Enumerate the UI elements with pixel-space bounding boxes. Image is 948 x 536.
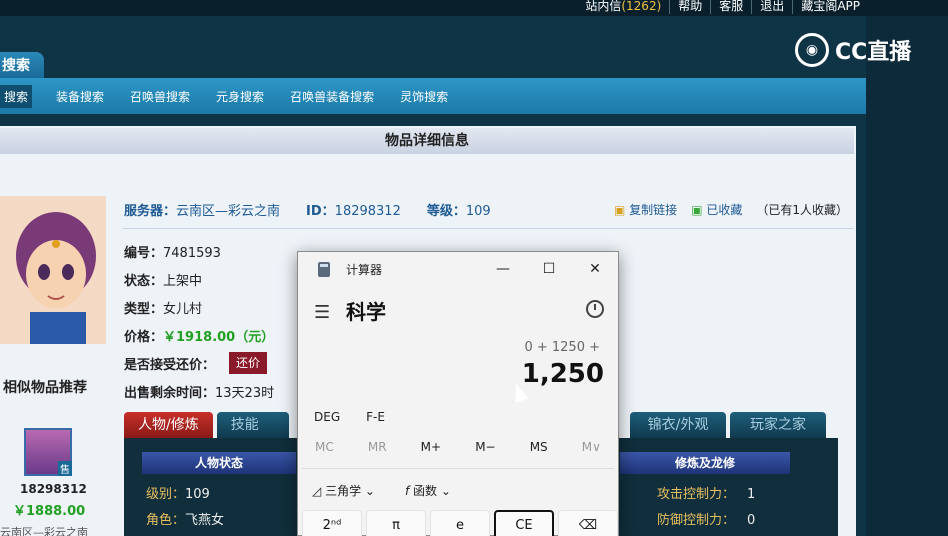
favorite-button[interactable]: ▣ 已收藏 [691, 201, 742, 218]
field-serial: 编号：7481593 [124, 246, 221, 261]
function-dropdown[interactable]: f 函数 ⌄ [405, 482, 451, 499]
keypad-row: 2ⁿᵈ π e CE ⌫ [302, 510, 618, 536]
trigonometry-dropdown[interactable]: ◿ 三角学 ⌄ [312, 482, 375, 499]
field-bargain: 是否接受还价： [124, 358, 216, 373]
topbar-link-messages[interactable]: 站内信(1262) [577, 0, 671, 14]
topbar-link-app[interactable]: 藏宝阁APP [793, 0, 868, 14]
field-remaining-time: 出售剩余时间：13天23时 [124, 386, 275, 401]
field-type: 类型：女儿村 [124, 302, 203, 317]
chevron-down-icon: ⌄ [364, 484, 375, 498]
character-tabs-right: 锦衣/外观 玩家之家 [630, 412, 826, 438]
stat-level: 级别：109 [146, 487, 210, 502]
bargain-button[interactable]: 还价 [229, 352, 267, 374]
minimize-icon[interactable]: — [480, 252, 526, 286]
pi-button[interactable]: π [366, 510, 426, 536]
favorite-count-note: （已有1人收藏） [756, 203, 849, 217]
item-tools: ▣ 复制链接 ▣ 已收藏 （已有1人收藏） [614, 201, 848, 218]
tab-skills[interactable]: 技能 [216, 412, 289, 438]
search-tab[interactable]: 搜索 [0, 52, 44, 78]
similar-item-thumbnail[interactable]: 售 [24, 428, 72, 476]
memory-list-button[interactable]: M∨ [582, 440, 601, 454]
stat-role: 角色：飞燕女 [146, 513, 225, 528]
divider [122, 228, 854, 229]
detail-header: 物品详细信息 [0, 128, 854, 154]
nav-item-ornament[interactable]: 灵饰搜索 [398, 85, 450, 108]
mc-button[interactable]: MC [315, 440, 334, 454]
calculator-mode-title: 科学 [346, 300, 386, 324]
mr-button[interactable]: MR [368, 440, 387, 454]
separator [302, 468, 614, 469]
site-topbar: 站内信(1262) 帮助 客服 退出 藏宝阁APP [0, 0, 948, 16]
similar-item-server: 云南区—彩云之南 [0, 526, 88, 536]
tab-home[interactable]: 玩家之家 [730, 412, 826, 438]
topbar-link-service[interactable]: 客服 [711, 0, 753, 14]
e-button[interactable]: e [430, 510, 490, 536]
deg-button[interactable]: DEG [314, 410, 340, 424]
cc-logo-icon: ◉ [795, 33, 829, 67]
cultivation-section-bar: 修炼及龙修 [620, 452, 790, 474]
tab-appearance[interactable]: 锦衣/外观 [630, 412, 726, 438]
topbar-link-logout[interactable]: 退出 [752, 0, 794, 14]
nav-item-summon-equipment[interactable]: 召唤兽装备搜索 [288, 85, 376, 108]
calculator-window: 计算器 — ☐ ✕ ☰ 科学 0 + 1250 + 1,250 DEG F-E … [297, 251, 619, 536]
function-row: ◿ 三角学 ⌄ f 函数 ⌄ [312, 482, 451, 499]
ce-button[interactable]: CE [494, 510, 554, 536]
nav-item-search[interactable]: 搜索 [0, 84, 33, 108]
stat-attack-control: 攻击控制力： 1 [657, 487, 756, 502]
stat-defense-control: 防御控制力： 0 [657, 513, 756, 528]
ms-button[interactable]: MS [530, 440, 548, 454]
similar-items-title: 相似物品推荐 [3, 380, 87, 396]
hamburger-menu-icon[interactable]: ☰ [314, 302, 330, 323]
memory-row: MC MR M+ M− MS M∨ [298, 440, 618, 454]
field-price: 价格：￥1918.00（元） [124, 330, 275, 345]
similar-item-id[interactable]: 18298312 [20, 482, 87, 496]
close-icon[interactable]: ✕ [572, 252, 618, 286]
second-button[interactable]: 2ⁿᵈ [302, 510, 362, 536]
search-nav: 搜索 装备搜索 召唤兽搜索 元身搜索 召唤兽装备搜索 灵饰搜索 [0, 78, 866, 114]
m-plus-button[interactable]: M+ [421, 440, 441, 454]
calculator-app-icon [318, 261, 330, 277]
character-portrait [0, 196, 106, 344]
calculator-titlebar[interactable]: 计算器 — ☐ ✕ [298, 252, 618, 286]
m-minus-button[interactable]: M− [475, 440, 495, 454]
calculator-result: 1,250 [521, 359, 604, 389]
angle-row: DEG F-E [314, 410, 385, 424]
nav-item-yuanshen[interactable]: 元身搜索 [214, 85, 266, 108]
triangle-ruler-icon: ◿ [312, 484, 322, 498]
topbar-link-help[interactable]: 帮助 [670, 0, 712, 14]
tab-character-cultivation[interactable]: 人物/修炼 [124, 412, 213, 438]
status-section-bar: 人物状态 [142, 452, 296, 474]
server-info: 服务器：云南区—彩云之南 [124, 204, 281, 219]
similar-item-price: ￥1888.00 [13, 504, 86, 519]
folder-icon: ▣ [614, 203, 626, 217]
nav-item-equipment[interactable]: 装备搜索 [54, 85, 106, 108]
fe-button[interactable]: F-E [366, 410, 385, 424]
history-icon[interactable] [586, 300, 604, 318]
field-status: 状态：上架中 [124, 274, 203, 289]
level-info: 等级：109 [426, 204, 491, 219]
sale-badge: 售 [58, 461, 72, 476]
backspace-button[interactable]: ⌫ [558, 510, 618, 536]
copy-link-button[interactable]: ▣ 复制链接 [614, 201, 677, 218]
character-tabs-left: 人物/修炼 技能 [124, 412, 289, 438]
maximize-icon[interactable]: ☐ [526, 252, 572, 286]
calculator-expression: 0 + 1250 + [524, 340, 600, 355]
id-info: ID：18298312 [306, 204, 401, 219]
favorite-add-icon: ▣ [691, 203, 703, 217]
nav-item-summon[interactable]: 召唤兽搜索 [128, 85, 192, 108]
function-icon: f [404, 484, 410, 498]
chevron-down-icon: ⌄ [440, 484, 451, 498]
calculator-title: 计算器 [346, 262, 383, 277]
cc-live-watermark: ◉ CC直播 [795, 30, 920, 70]
item-summary-row: 服务器：云南区—彩云之南 ID：18298312 等级：109 [124, 200, 491, 219]
